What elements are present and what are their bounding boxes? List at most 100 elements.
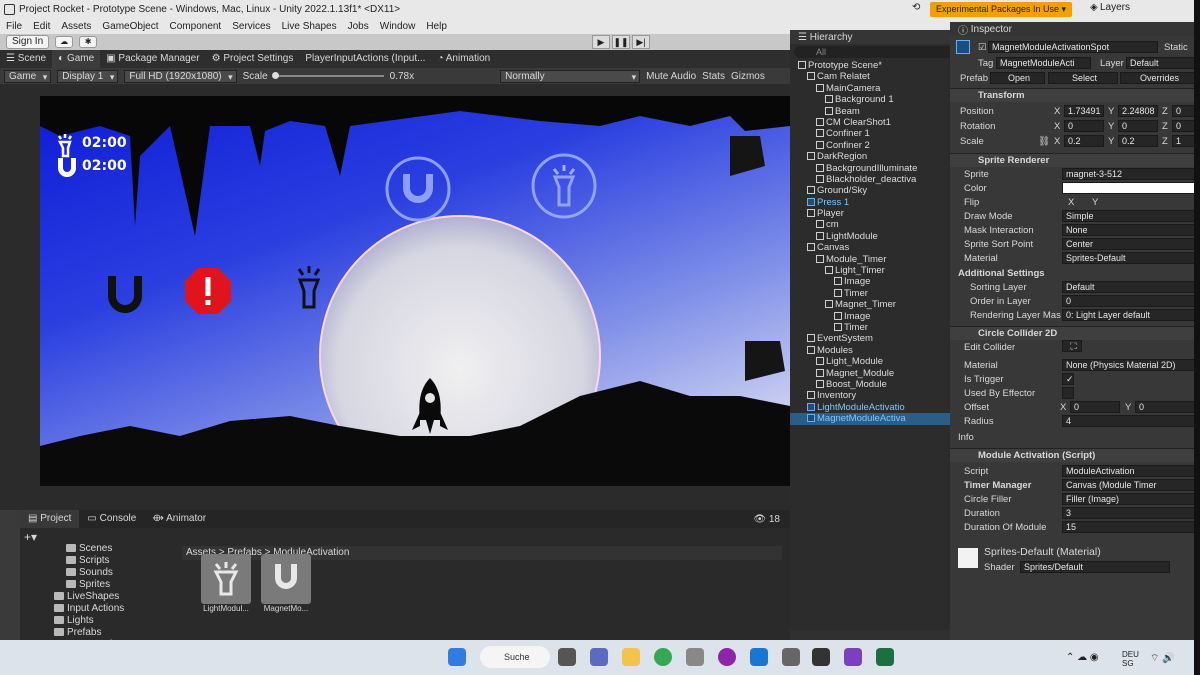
used-by-effector-checkbox[interactable] xyxy=(1062,387,1074,399)
material-field[interactable]: Sprites-Default xyxy=(1062,252,1198,264)
project-folder-item[interactable]: Scripts xyxy=(20,555,180,567)
store-icon[interactable] xyxy=(750,648,768,666)
menu-services[interactable]: Services xyxy=(232,21,270,32)
draw-mode-dropdown[interactable]: Simple xyxy=(1062,210,1198,222)
tray-icons[interactable]: ⌃ ☁ ◉ xyxy=(1066,652,1099,663)
active-checkbox[interactable]: ☑ xyxy=(978,42,987,53)
scale-y-field[interactable]: 0.2 xyxy=(1118,135,1158,147)
menu-live-shapes[interactable]: Live Shapes xyxy=(282,21,337,32)
project-folder-item[interactable]: Sprites xyxy=(20,579,180,591)
project-folder-item[interactable]: Lights xyxy=(20,615,180,627)
tab-animation[interactable]: ◔ Animation xyxy=(431,50,496,68)
position-x-field[interactable]: 1.73491 xyxy=(1064,105,1104,117)
flip-x-toggle[interactable]: X xyxy=(1068,197,1074,208)
project-folder-item[interactable]: Sounds xyxy=(20,567,180,579)
gizmos-button[interactable]: Gizmos xyxy=(731,71,765,82)
mask-interaction-dropdown[interactable]: None xyxy=(1062,224,1198,236)
duration-field[interactable]: 3 xyxy=(1062,507,1198,519)
prefab-select-button[interactable]: Select xyxy=(1048,72,1118,84)
taskbar-search-box[interactable]: Suche xyxy=(480,646,550,668)
excel-icon[interactable] xyxy=(876,648,894,666)
static-toggle[interactable]: Static xyxy=(1164,42,1188,53)
hierarchy-search-input[interactable]: All xyxy=(794,46,975,58)
color-field[interactable] xyxy=(1062,182,1198,194)
tab-game[interactable]: ◐ Game xyxy=(52,50,101,68)
circle-collider-section[interactable]: Circle Collider 2D xyxy=(950,326,1200,340)
sprite-renderer-section[interactable]: Sprite Renderer xyxy=(950,153,1200,167)
app-icon[interactable] xyxy=(686,648,704,666)
menu-window[interactable]: Window xyxy=(380,21,416,32)
chrome-icon[interactable] xyxy=(654,648,672,666)
sign-in-button[interactable]: Sign In xyxy=(6,35,50,49)
display-dropdown[interactable]: Display 1 xyxy=(57,69,119,83)
language-indicator[interactable]: DEU SG xyxy=(1122,650,1139,668)
teams-icon[interactable] xyxy=(590,648,608,666)
layer-dropdown[interactable]: Default xyxy=(1126,57,1196,69)
step-button[interactable]: ▶| xyxy=(632,35,650,49)
position-y-field[interactable]: 2.24808 xyxy=(1118,105,1158,117)
project-folder-item[interactable]: Prefabs xyxy=(20,627,180,639)
mute-audio-button[interactable]: Mute Audio xyxy=(646,71,696,82)
cloud-icon[interactable]: ☁ xyxy=(55,36,74,48)
project-folder-item[interactable]: Scenes xyxy=(20,543,180,555)
rotation-y-field[interactable]: 0 xyxy=(1118,120,1158,132)
stats-button[interactable]: Stats xyxy=(702,71,725,82)
project-folder-item[interactable]: LiveShapes xyxy=(20,591,180,603)
duration-module-field[interactable]: 15 xyxy=(1062,521,1198,533)
tab-project-settings[interactable]: ⚙ Project Settings xyxy=(206,50,300,68)
scale-slider-knob[interactable] xyxy=(271,72,279,79)
app-icon-2[interactable] xyxy=(782,648,800,666)
tab-package-manager[interactable]: ▣ Package Manager xyxy=(100,50,205,68)
file-explorer-icon[interactable] xyxy=(622,648,640,666)
radius-field[interactable]: 4 xyxy=(1062,415,1198,427)
info-foldout[interactable]: Info xyxy=(958,432,974,443)
tab-player-input-actions[interactable]: PlayerInputActions (Input... xyxy=(299,50,431,68)
scale-link-icon[interactable]: ⛓ xyxy=(1038,136,1050,147)
order-in-layer-field[interactable]: 0 xyxy=(1062,295,1198,307)
menu-assets[interactable]: Assets xyxy=(61,21,91,32)
script-field[interactable]: ModuleActivation xyxy=(1062,465,1198,477)
prefab-overrides-dropdown[interactable]: Overrides xyxy=(1120,72,1196,84)
shader-dropdown[interactable]: Sprites/Default xyxy=(1020,561,1170,573)
sprite-field[interactable]: magnet-3-512 xyxy=(1062,168,1198,180)
wifi-icon[interactable]: ⌔ 🔊 xyxy=(1150,652,1175,665)
menu-file[interactable]: File xyxy=(6,21,22,32)
game-viewport[interactable]: 02:00 02:00 xyxy=(40,96,790,486)
tab-project[interactable]: ▤ Project xyxy=(20,510,80,528)
collider-material-field[interactable]: None (Physics Material 2D) xyxy=(1062,359,1198,371)
offset-x-field[interactable]: 0 xyxy=(1070,401,1120,413)
circle-filler-field[interactable]: Filler (Image) xyxy=(1062,493,1198,505)
is-trigger-checkbox[interactable]: ✓ xyxy=(1062,373,1074,385)
history-icon[interactable]: ⟲ xyxy=(912,2,920,13)
asset-light-module[interactable]: LightModul... xyxy=(196,554,256,613)
collab-icon[interactable]: ✱ xyxy=(79,36,98,48)
transform-section[interactable]: Transform xyxy=(950,88,1200,102)
project-folder-item[interactable]: Input Actions xyxy=(20,603,180,615)
edit-collider-button[interactable]: ⛶ xyxy=(1062,340,1082,352)
game-mode-dropdown[interactable]: Game xyxy=(4,69,52,83)
sorting-layer-dropdown[interactable]: Default xyxy=(1062,281,1198,293)
sort-point-dropdown[interactable]: Center xyxy=(1062,238,1198,250)
object-name-field[interactable]: MagnetModuleActivationSpot xyxy=(988,41,1158,53)
play-button[interactable]: ▶ xyxy=(592,35,610,49)
tor-browser-icon[interactable] xyxy=(718,648,736,666)
menu-gameobject[interactable]: GameObject xyxy=(102,21,158,32)
task-view-icon[interactable] xyxy=(558,648,576,666)
scale-x-field[interactable]: 0.2 xyxy=(1064,135,1104,147)
offset-y-field[interactable]: 0 xyxy=(1135,401,1195,413)
flip-y-toggle[interactable]: Y xyxy=(1092,197,1098,208)
additional-settings-foldout[interactable]: Additional Settings xyxy=(958,268,1045,279)
tab-animator[interactable]: ⟴ Animator xyxy=(144,510,214,528)
add-button[interactable]: +▾ xyxy=(24,530,37,544)
unity-taskbar-icon[interactable] xyxy=(812,648,830,666)
menu-component[interactable]: Component xyxy=(170,21,222,32)
play-mode-dropdown[interactable]: Normally xyxy=(500,69,641,83)
menu-jobs[interactable]: Jobs xyxy=(348,21,369,32)
menu-edit[interactable]: Edit xyxy=(33,21,50,32)
scale-slider[interactable] xyxy=(271,72,384,79)
asset-magnet-module[interactable]: MagnetMo... xyxy=(256,554,316,613)
tab-console[interactable]: ▭ Console xyxy=(79,510,144,528)
tab-scene[interactable]: ☰ Scene xyxy=(0,50,52,68)
rendering-layer-dropdown[interactable]: 0: Light Layer default xyxy=(1062,309,1198,321)
menu-help[interactable]: Help xyxy=(426,21,447,32)
